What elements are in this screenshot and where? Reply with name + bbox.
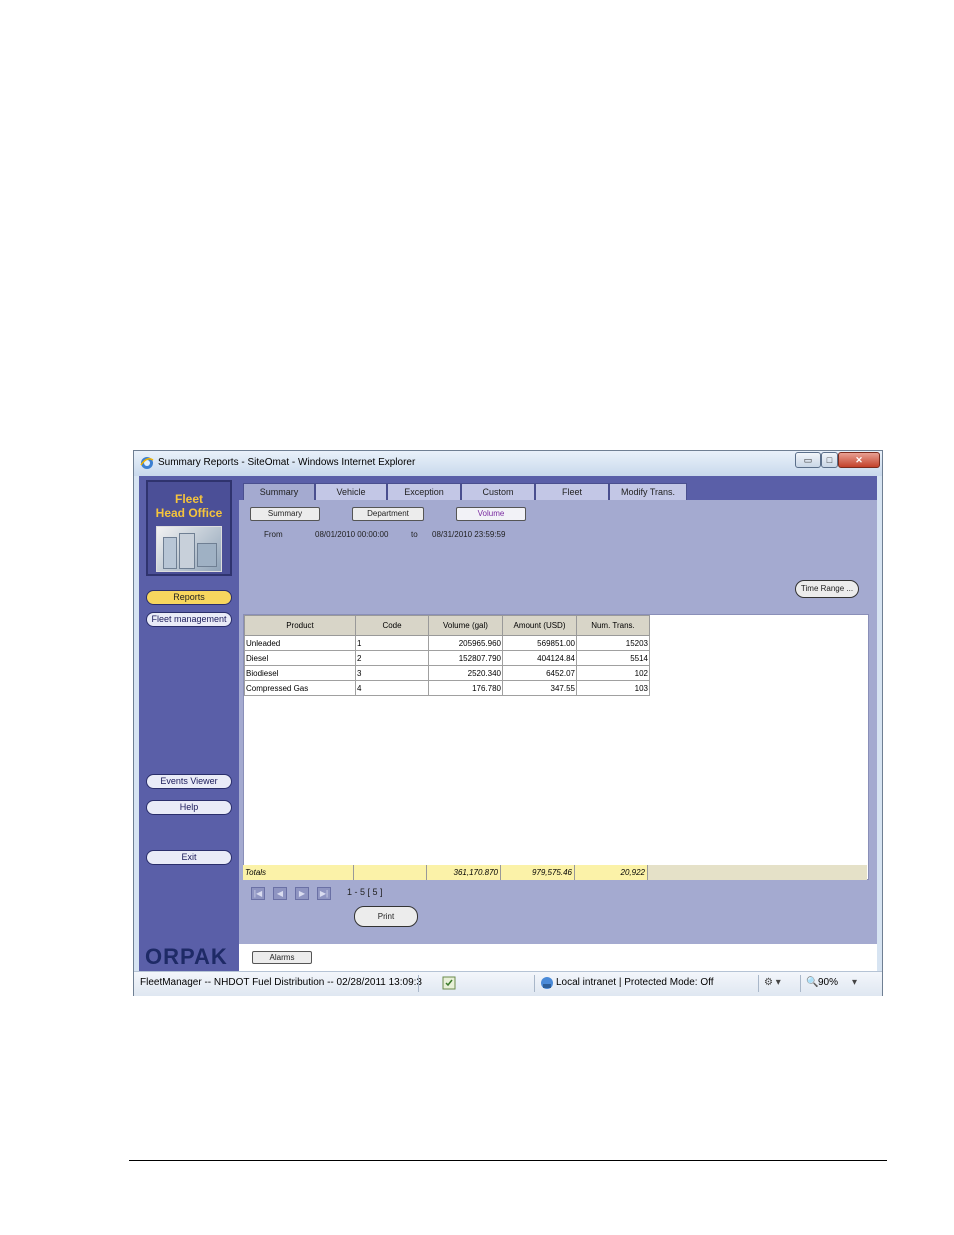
column-header[interactable]: Code xyxy=(355,615,429,636)
next-page-icon[interactable]: ▶ xyxy=(295,887,309,900)
table-cell: Biodiesel xyxy=(244,665,356,681)
app-client-area: Fleet Head Office Reports Fleet manageme… xyxy=(139,476,877,971)
volume-grid: Product Code Volume (gal) Amount (USD) Num. … xyxy=(243,614,869,880)
title-bar: Summary Reports - SiteOmat - Windows Int… xyxy=(134,451,882,476)
tab-fleet[interactable]: Fleet xyxy=(535,483,609,500)
table-cell: 102 xyxy=(576,665,650,681)
table-cell: 6452.07 xyxy=(502,665,577,681)
table-cell: 1 xyxy=(355,635,429,651)
tab-summary[interactable]: Summary xyxy=(243,483,315,500)
table-cell: 176.780 xyxy=(428,680,503,696)
tab-exception[interactable]: Exception xyxy=(387,483,461,500)
logo-title-line2: Head Office xyxy=(155,506,223,520)
table-cell: 3 xyxy=(355,665,429,681)
time-range-button[interactable]: Time Range ... xyxy=(795,580,859,598)
page-status-icon xyxy=(442,976,456,990)
report-panel: Summary Vehicle Exception Custom Fleet M… xyxy=(239,476,877,971)
table-cell: 2 xyxy=(355,650,429,666)
table-cell: 569851.00 xyxy=(502,635,577,651)
zoom-dropdown-icon[interactable]: ▾ xyxy=(852,977,857,988)
table-row[interactable]: Compressed Gas 4 176.780 347.55 103 xyxy=(244,680,650,696)
security-zone-text: Local intranet | Protected Mode: Off xyxy=(556,977,714,988)
column-header[interactable]: Volume (gal) xyxy=(428,615,503,636)
tab-modify-trans[interactable]: Modify Trans. xyxy=(609,483,687,500)
table-cell: 205965.960 xyxy=(428,635,503,651)
print-button[interactable]: Print xyxy=(354,906,418,927)
table-cell: Diesel xyxy=(244,650,356,666)
from-date: 08/01/2010 00:00:00 xyxy=(315,530,389,539)
protected-mode-icon[interactable]: ⚙ ▾ xyxy=(764,977,781,988)
table-cell: 5514 xyxy=(576,650,650,666)
browser-window: Summary Reports - SiteOmat - Windows Int… xyxy=(133,450,883,996)
alarms-button[interactable]: Alarms xyxy=(252,951,312,964)
column-header[interactable]: Num. Trans. xyxy=(576,615,650,636)
internet-explorer-icon xyxy=(140,457,154,469)
table-cell: Compressed Gas xyxy=(244,680,356,696)
table-cell: 4 xyxy=(355,680,429,696)
summary-report-button[interactable]: Summary xyxy=(250,507,320,521)
zoom-icon[interactable]: 🔍 xyxy=(806,977,818,988)
table-row[interactable]: Unleaded 1 205965.960 569851.00 15203 xyxy=(244,635,650,651)
status-text: FleetManager -- NHDOT Fuel Distribution … xyxy=(140,977,422,988)
exit-button[interactable]: Exit xyxy=(146,850,232,865)
table-cell: 103 xyxy=(576,680,650,696)
table-cell: 404124.84 xyxy=(502,650,577,666)
fleet-head-office-logo: Fleet Head Office xyxy=(146,480,232,576)
logo-title-line1: Fleet xyxy=(174,492,203,506)
last-page-icon[interactable]: ▶| xyxy=(317,887,331,900)
maximize-button[interactable]: □ xyxy=(821,452,838,468)
table-row[interactable]: Biodiesel 3 2520.340 6452.07 102 xyxy=(244,665,650,681)
department-report-button[interactable]: Department xyxy=(352,507,424,521)
events-viewer-button[interactable]: Events Viewer xyxy=(146,774,232,789)
totals-amount: 979,575.46 xyxy=(501,865,575,880)
fleet-management-button[interactable]: Fleet management xyxy=(146,612,232,627)
volume-report-button[interactable]: Volume xyxy=(456,507,526,521)
column-header[interactable]: Product xyxy=(244,615,356,636)
totals-row: Totals 361,170.870 979,575.46 20,922 xyxy=(243,865,867,880)
totals-num-trans: 20,922 xyxy=(575,865,648,880)
totals-code xyxy=(354,865,427,880)
first-page-icon[interactable]: |◀ xyxy=(251,887,265,900)
local-intranet-icon xyxy=(541,977,553,989)
to-label: to xyxy=(411,530,418,539)
table-cell: 15203 xyxy=(576,635,650,651)
table-cell: 2520.340 xyxy=(428,665,503,681)
help-button[interactable]: Help xyxy=(146,800,232,815)
alarms-strip: Alarms xyxy=(239,944,877,971)
page-info: 1 - 5 [ 5 ] xyxy=(347,887,383,897)
table-cell: 152807.790 xyxy=(428,650,503,666)
office-illustration-icon xyxy=(156,526,222,572)
minimize-button[interactable]: ▭ xyxy=(795,452,821,468)
table-row[interactable]: Diesel 2 152807.790 404124.84 5514 xyxy=(244,650,650,666)
report-tabs: Summary Vehicle Exception Custom Fleet M… xyxy=(239,476,877,500)
close-button[interactable]: ✕ xyxy=(838,452,880,468)
tab-custom[interactable]: Custom xyxy=(461,483,535,500)
to-date: 08/31/2010 23:59:59 xyxy=(432,530,506,539)
window-title: Summary Reports - SiteOmat - Windows Int… xyxy=(158,457,416,468)
from-label: From xyxy=(264,530,283,539)
table-cell: 347.55 xyxy=(502,680,577,696)
table-cell: Unleaded xyxy=(244,635,356,651)
previous-page-icon[interactable]: ◀ xyxy=(273,887,287,900)
reports-button[interactable]: Reports xyxy=(146,590,232,605)
column-header[interactable]: Amount (USD) xyxy=(502,615,577,636)
tab-vehicle[interactable]: Vehicle xyxy=(315,483,387,500)
zoom-level[interactable]: 90% xyxy=(818,977,838,988)
totals-volume: 361,170.870 xyxy=(427,865,501,880)
page-footer-rule xyxy=(129,1160,887,1161)
orpak-logo: ORPAK xyxy=(145,944,228,969)
sidebar: Fleet Head Office Reports Fleet manageme… xyxy=(139,476,239,971)
totals-label: Totals xyxy=(243,865,354,880)
status-bar: FleetManager -- NHDOT Fuel Distribution … xyxy=(134,971,882,996)
